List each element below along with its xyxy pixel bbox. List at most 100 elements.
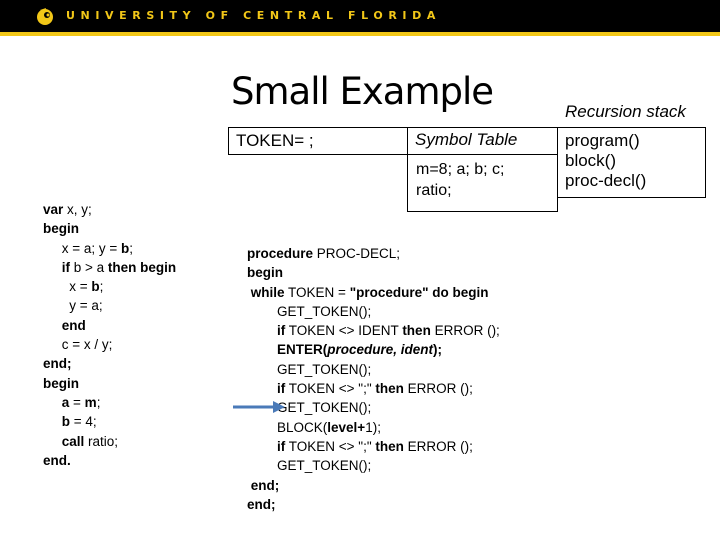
code-line: if TOKEN <> IDENT then ERROR ();	[247, 321, 500, 340]
pegasus-logo-icon	[37, 8, 53, 25]
code-line: if TOKEN <> ";" then ERROR ();	[247, 437, 500, 456]
header-gold-stripe	[0, 32, 720, 36]
code-text: GET_TOKEN();	[247, 458, 372, 474]
procedure-code-block: procedure PROC-DECL; begin while TOKEN = …	[247, 244, 500, 514]
code-line: x = a; y = b;	[43, 239, 176, 258]
recursion-stack-item: proc-decl()	[565, 171, 647, 190]
code-line: begin	[43, 219, 176, 238]
code-text: ERROR ();	[403, 381, 473, 397]
token-box: TOKEN= ;	[228, 127, 408, 155]
code-text: GET_TOKEN();	[247, 361, 372, 377]
symbol-table-line: ratio;	[416, 182, 452, 199]
code-line: end	[43, 316, 176, 335]
code-keyword: end;	[250, 477, 280, 493]
symbol-table-top-border	[407, 127, 558, 128]
symbol-table-body: m=8; a; b; c; ratio;	[407, 154, 558, 212]
code-text: 1);	[365, 419, 381, 435]
code-line: y = a;	[43, 296, 176, 315]
code-line: end;	[247, 495, 500, 514]
code-text: ;	[129, 240, 134, 256]
code-keyword: while	[250, 284, 285, 300]
code-line: GET_TOKEN();	[247, 302, 500, 321]
code-line: var x, y;	[43, 200, 176, 219]
code-text: GET_TOKEN();	[247, 303, 372, 319]
code-text: ratio;	[84, 433, 119, 449]
code-line: c = x / y;	[43, 335, 176, 354]
code-text: TOKEN =	[284, 284, 350, 300]
code-keyword: m	[84, 394, 97, 410]
university-name: UNIVERSITY OF CENTRAL FLORIDA	[66, 9, 441, 22]
code-keyword: begin	[43, 375, 79, 391]
code-line: end;	[43, 354, 176, 373]
code-text: c = x / y;	[43, 337, 113, 353]
code-keyword: then	[402, 323, 431, 339]
recursion-stack-item: block()	[565, 151, 617, 170]
code-keyword: end;	[43, 356, 72, 372]
code-text: x, y;	[63, 202, 92, 217]
symbol-table-header: Symbol Table	[415, 130, 518, 149]
code-keyword: begin	[43, 221, 79, 237]
code-keyword: begin	[247, 265, 283, 281]
code-line: end.	[43, 451, 176, 470]
code-line: while TOKEN = "procedure" do begin	[247, 283, 500, 302]
code-text: TOKEN <> IDENT	[285, 323, 403, 339]
symbol-table-line: m=8; a; b; c;	[416, 161, 505, 178]
code-text: y = a;	[43, 298, 103, 314]
code-text: BLOCK(	[247, 419, 328, 435]
code-text: ERROR ();	[430, 323, 500, 339]
code-keyword: then	[375, 381, 404, 397]
code-line: BLOCK(level+1);	[247, 418, 500, 437]
code-text: =	[69, 394, 85, 410]
code-keyword: call	[61, 433, 85, 449]
code-keyword: end.	[43, 452, 71, 468]
code-line: begin	[43, 374, 176, 393]
code-text: TOKEN <> ";"	[285, 381, 376, 397]
slide-title: Small Example	[231, 70, 494, 113]
code-line: b = 4;	[43, 412, 176, 431]
code-keyword: b	[61, 414, 71, 430]
code-keyword: then begin	[107, 259, 177, 275]
code-keyword: procedure, ident	[327, 342, 434, 358]
code-keyword: then	[375, 438, 404, 454]
program-code-block: var x, y; begin x = a; y = b; if b > a th…	[43, 200, 176, 470]
code-line: if b > a then begin	[43, 258, 176, 277]
code-text: b > a	[70, 259, 108, 275]
code-line: GET_TOKEN();	[247, 360, 500, 379]
university-header-bar: UNIVERSITY OF CENTRAL FLORIDA	[0, 0, 720, 32]
code-text: TOKEN <> ";"	[285, 438, 376, 454]
code-keyword: procedure	[247, 246, 314, 261]
code-text: x = a; y =	[43, 240, 122, 256]
code-line: if TOKEN <> ";" then ERROR ();	[247, 379, 500, 398]
arrow-right-icon	[233, 401, 285, 413]
recursion-stack-box: program() block() proc-decl()	[557, 127, 706, 198]
code-text: ;	[96, 394, 101, 410]
code-text: PROC-DECL;	[313, 246, 401, 261]
code-line: end;	[247, 476, 500, 495]
code-text: = 4;	[70, 414, 97, 430]
code-line: call ratio;	[43, 432, 176, 451]
code-keyword: b	[91, 279, 100, 295]
code-keyword: if	[61, 259, 71, 275]
code-line: ENTER(procedure, ident);	[247, 340, 500, 359]
code-line: begin	[247, 263, 500, 282]
code-keyword: ENTER(	[277, 342, 328, 358]
code-line: x = b;	[43, 277, 176, 296]
code-keyword: end	[61, 317, 86, 333]
code-line: a = m;	[43, 393, 176, 412]
code-line: GET_TOKEN();	[247, 456, 500, 475]
code-line: procedure PROC-DECL;	[247, 244, 500, 263]
code-keyword: var	[43, 202, 64, 217]
code-text: ERROR ();	[403, 438, 473, 454]
code-keyword: );	[433, 342, 443, 358]
code-keyword: "procedure" do begin	[349, 284, 489, 300]
recursion-stack-label: Recursion stack	[565, 102, 686, 121]
